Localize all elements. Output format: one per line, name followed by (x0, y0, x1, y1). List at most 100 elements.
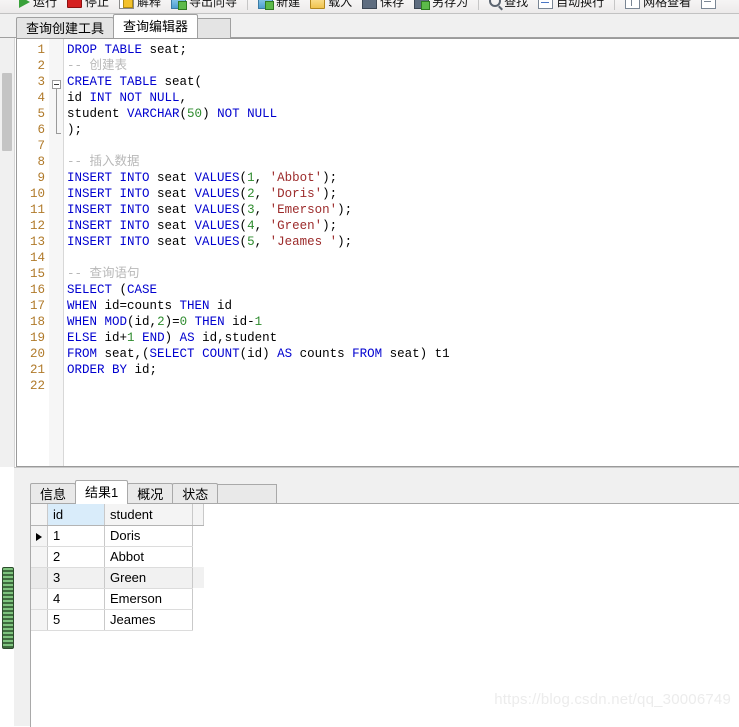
code-line[interactable]: 12 INSERT INTO seat VALUES(4, 'Green'); (17, 218, 739, 234)
toolbar-label-word-wrap: 自动换行 (556, 0, 605, 9)
sql-code-editor[interactable]: 1 DROP TABLE seat; 2 -- 创建表 3 CREATE TABLE se… (16, 38, 739, 467)
toolbar-separator-1 (247, 0, 249, 10)
toolbar-button-save-as[interactable]: 另存为 (409, 0, 473, 13)
tab-query-editor[interactable]: 查询编辑器 (113, 14, 199, 38)
cell-pad (193, 525, 204, 546)
editor-code-lines: 1 DROP TABLE seat; 2 -- 创建表 3 CREATE TABLE se… (17, 42, 739, 394)
code-line[interactable]: 6); (17, 122, 739, 138)
toolbar-button-form-view[interactable] (696, 0, 721, 13)
result-tab-info[interactable]: 信息 (30, 483, 77, 504)
result-left-rail-thumb[interactable] (2, 567, 14, 649)
code-line[interactable]: 20 FROM seat,(SELECT COUNT(id) AS counts … (17, 346, 739, 362)
code-line[interactable]: 22 (17, 378, 739, 394)
tab-query-builder[interactable]: 查询创建工具 (16, 17, 115, 38)
code-line[interactable]: 16 SELECT (CASE (17, 282, 739, 298)
code-line[interactable]: 8 -- 插入数据 (17, 154, 739, 170)
code-text: ); (67, 123, 83, 137)
cell-student[interactable]: Green (104, 567, 193, 589)
code-line[interactable]: 7 (17, 138, 739, 154)
cell-id[interactable]: 1 (47, 525, 105, 547)
table-row[interactable]: 3 Green (31, 567, 204, 589)
cell-pad (193, 546, 204, 567)
cell-id[interactable]: 5 (47, 609, 105, 631)
toolbar-label-find: 查找 (504, 0, 529, 9)
toolbar-button-word-wrap[interactable]: 自动换行 (533, 0, 609, 13)
toolbar-button-find[interactable]: 查找 (484, 0, 533, 13)
toolbar-button-save[interactable]: 保存 (357, 0, 409, 13)
table-row[interactable]: 1 Doris (31, 525, 204, 547)
code-text: -- 创建表 (67, 59, 128, 73)
cell-student[interactable]: Doris (104, 525, 193, 547)
cell-student[interactable]: Emerson (104, 588, 193, 610)
result-tab-status[interactable]: 状态 (172, 483, 219, 504)
cell-pad (193, 609, 204, 630)
row-marker-cell[interactable] (31, 525, 48, 547)
code-line[interactable]: 2 -- 创建表 (17, 58, 739, 74)
editor-tab-strip: 查询创建工具 查询编辑器 (0, 14, 739, 38)
code-text: INSERT INTO seat VALUES(4, 'Green'); (67, 219, 338, 233)
toolbar-button-open[interactable]: 载入 (305, 0, 357, 13)
new-icon (258, 0, 275, 10)
code-text: id INT NOT NULL, (67, 91, 188, 105)
toolbar-button-grid-view[interactable]: 网格查看 (620, 0, 696, 13)
code-text: WHEN id=counts THEN id (67, 299, 233, 313)
code-line[interactable]: 14 (17, 250, 739, 266)
toolbar-label-new: 新建 (276, 0, 301, 9)
table-row[interactable]: 2 Abbot (31, 546, 204, 568)
code-line[interactable]: 9 INSERT INTO seat VALUES(1, 'Abbot'); (17, 170, 739, 186)
table-row[interactable]: 5 Jeames (31, 609, 204, 631)
code-line[interactable]: 5 student VARCHAR(50) NOT NULL (17, 106, 739, 122)
row-marker-cell[interactable] (31, 588, 48, 610)
cell-student[interactable]: Jeames (104, 609, 193, 631)
code-line[interactable]: 21 ORDER BY id; (17, 362, 739, 378)
row-marker-cell[interactable] (31, 567, 48, 589)
code-line[interactable]: 11 INSERT INTO seat VALUES(3, 'Emerson'); (17, 202, 739, 218)
code-line[interactable]: 19 ELSE id+1 END) AS id,student (17, 330, 739, 346)
code-line[interactable]: 1 DROP TABLE seat; (17, 42, 739, 58)
row-marker-cell[interactable] (31, 609, 48, 631)
table-row[interactable]: 4 Emerson (31, 588, 204, 610)
code-line[interactable]: 3 CREATE TABLE seat( (17, 74, 739, 90)
line-number: 22 (29, 379, 45, 393)
line-number: 13 (29, 235, 45, 249)
watermark-text: https://blog.csdn.net/qq_30006749 (494, 691, 731, 708)
open-icon (310, 0, 326, 9)
code-line[interactable]: 4 id INT NOT NULL, (17, 90, 739, 106)
toolbar-button-new[interactable]: 新建 (253, 0, 305, 13)
code-line[interactable]: 13 INSERT INTO seat VALUES(5, 'Jeames '); (17, 234, 739, 250)
cell-id[interactable]: 4 (47, 588, 105, 610)
code-text: DROP TABLE seat; (67, 43, 188, 57)
code-fold-toggle[interactable] (52, 80, 61, 89)
line-number: 10 (29, 187, 45, 201)
code-line[interactable]: 17 WHEN id=counts THEN id (17, 298, 739, 314)
code-text: -- 查询语句 (67, 267, 140, 281)
save-icon (362, 0, 378, 9)
toolbar-button-stop[interactable]: 停止 (62, 0, 114, 13)
cell-id[interactable]: 3 (47, 567, 105, 589)
code-text: -- 插入数据 (67, 155, 140, 169)
export-wizard-icon (171, 0, 188, 10)
line-number: 12 (29, 219, 45, 233)
result-tab-result1[interactable]: 结果1 (75, 480, 129, 504)
line-number: 17 (29, 299, 45, 313)
toolbar-separator-3 (614, 0, 616, 10)
editor-outer-scrollbar-thumb[interactable] (2, 73, 12, 151)
code-line[interactable]: 10 INSERT INTO seat VALUES(2, 'Doris'); (17, 186, 739, 202)
line-number: 1 (37, 43, 45, 57)
code-line[interactable]: 15 -- 查询语句 (17, 266, 739, 282)
line-number: 9 (37, 171, 45, 185)
search-icon (489, 0, 502, 7)
code-line[interactable]: 18 WHEN MOD(id,2)=0 THEN id-1 (17, 314, 739, 330)
toolbar-button-run[interactable]: 运行 (14, 0, 62, 13)
column-header-id[interactable]: id (47, 504, 105, 526)
code-text: INSERT INTO seat VALUES(5, 'Jeames '); (67, 235, 353, 249)
column-header-student[interactable]: student (104, 504, 193, 526)
toolbar-button-explain[interactable]: 解释 (114, 0, 166, 13)
row-marker-cell[interactable] (31, 546, 48, 568)
toolbar-label-explain: 解释 (137, 0, 162, 9)
editor-outer-scrollbar[interactable] (0, 38, 15, 467)
cell-student[interactable]: Abbot (104, 546, 193, 568)
result-tab-profile[interactable]: 概况 (127, 483, 174, 504)
cell-id[interactable]: 2 (47, 546, 105, 568)
toolbar-button-export-wizard[interactable]: 导出向导 (166, 0, 242, 13)
